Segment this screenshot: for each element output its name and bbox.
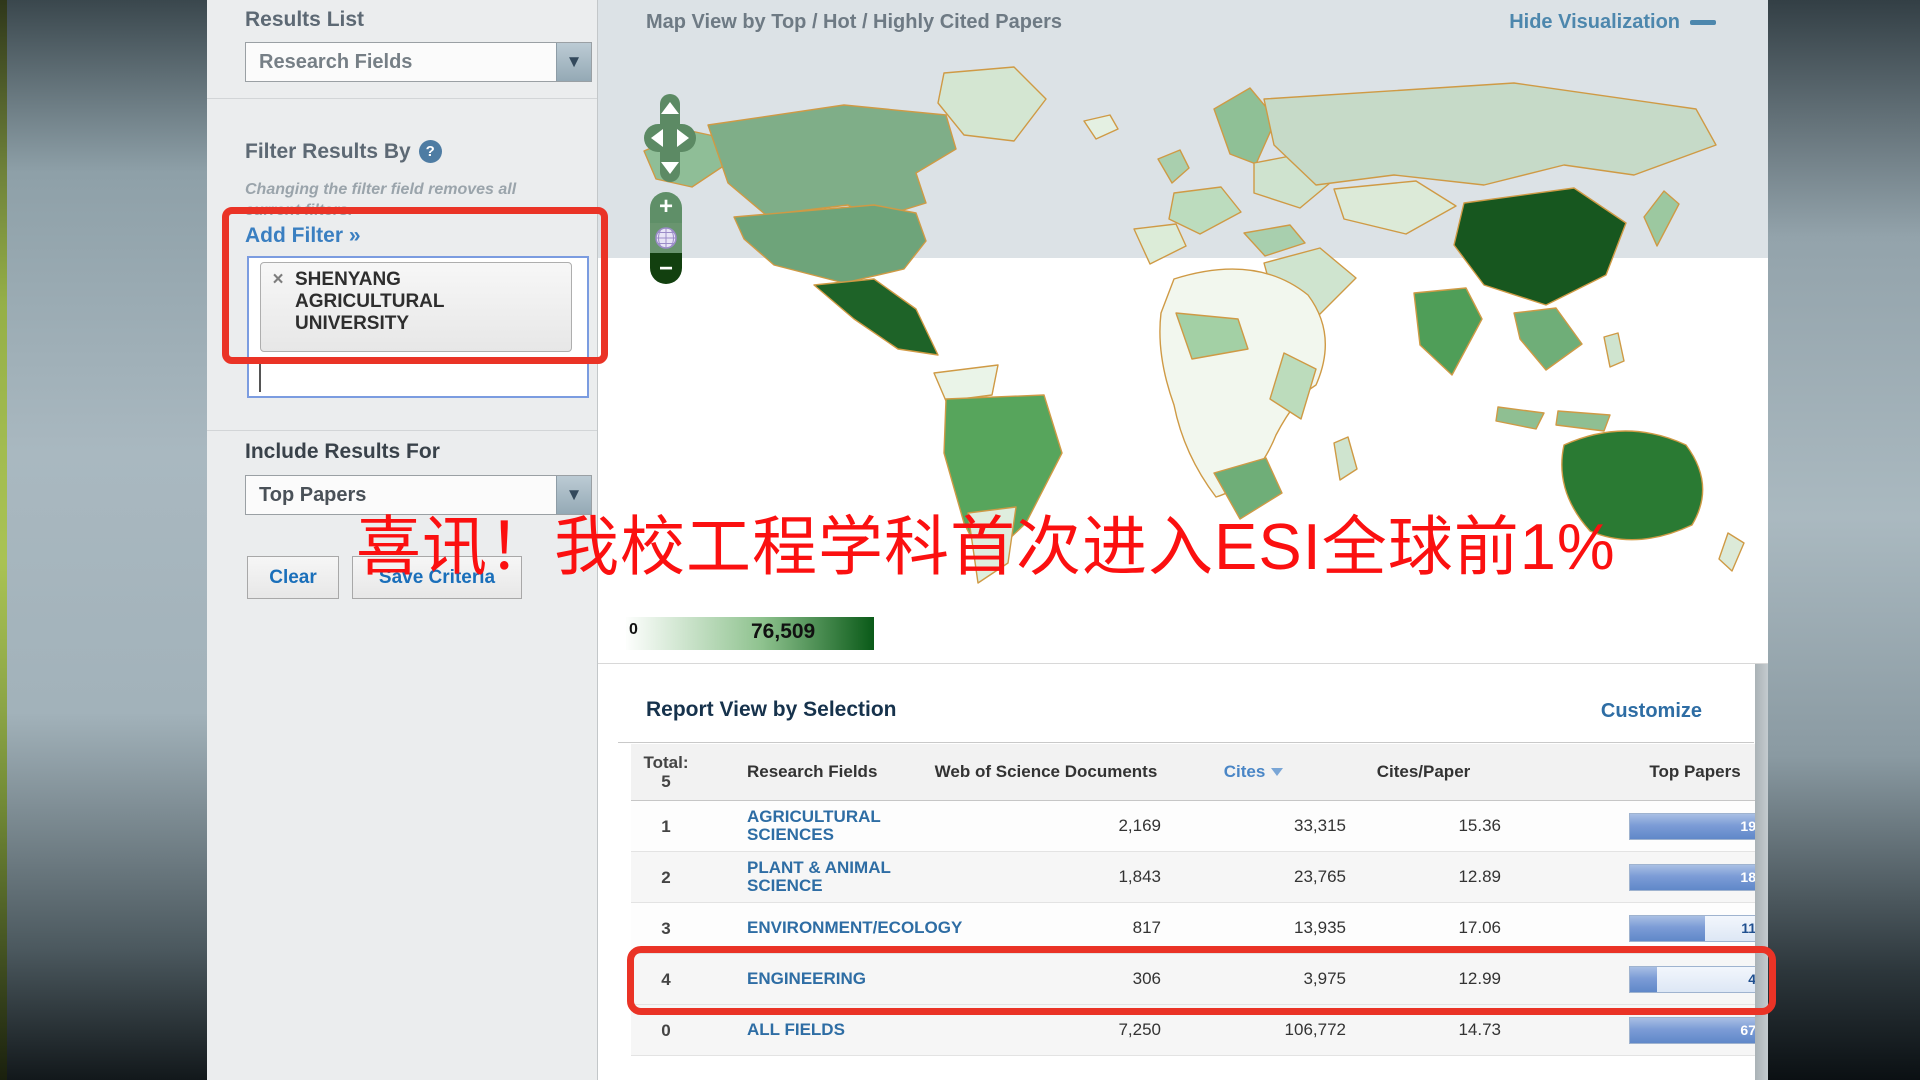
- rank-cell: 1: [631, 817, 701, 836]
- rank-cell: 2: [631, 868, 701, 887]
- results-list-select-value: Research Fields: [246, 51, 556, 74]
- cites-cell: 23,765: [1161, 867, 1346, 887]
- scale-min-label: 0: [629, 621, 638, 639]
- divider: [207, 430, 597, 431]
- top-papers-bar: 67: [1629, 1017, 1761, 1044]
- cites-per-paper-cell: 15.36: [1346, 816, 1501, 836]
- top-papers-bar: 18: [1629, 864, 1761, 891]
- scrollbar[interactable]: [1755, 664, 1768, 1080]
- background-left-edge: [0, 0, 7, 1080]
- cites-cell: 106,772: [1161, 1020, 1346, 1040]
- research-fields-header: Research Fields: [701, 763, 931, 781]
- docs-cell: 7,250: [931, 1020, 1161, 1040]
- scale-max-label: 76,509: [751, 620, 815, 644]
- table-header-row: Total:5 Research Fields Web of Science D…: [631, 744, 1761, 801]
- divider: [598, 663, 1768, 664]
- map-zoom-control: + −: [650, 192, 682, 284]
- top-papers-bar: 19: [1629, 813, 1761, 840]
- help-icon[interactable]: ?: [419, 140, 442, 163]
- cites-per-paper-cell: 12.89: [1346, 867, 1501, 887]
- top-papers-value: 11: [1741, 920, 1756, 936]
- wos-documents-header: Web of Science Documents: [931, 762, 1161, 782]
- sort-down-icon: [1271, 768, 1283, 776]
- annotation-box-add-filter: [222, 207, 608, 364]
- include-results-title: Include Results For: [245, 440, 440, 464]
- text-cursor: [259, 360, 261, 392]
- background-left-strip: [0, 0, 207, 1080]
- customize-link[interactable]: Customize: [1601, 700, 1702, 723]
- divider: [618, 742, 1754, 743]
- docs-cell: 817: [931, 918, 1161, 938]
- cites-cell: 33,315: [1161, 816, 1346, 836]
- minimize-icon: [1690, 20, 1716, 25]
- annotation-box-engineering-row: [627, 946, 1776, 1015]
- cites-per-paper-cell: 17.06: [1346, 918, 1501, 938]
- rank-cell: 0: [631, 1021, 701, 1040]
- background-right-strip: [1768, 0, 1920, 1080]
- rank-cell: 3: [631, 919, 701, 938]
- top-papers-value: 19: [1740, 818, 1756, 834]
- chevron-down-icon[interactable]: ▼: [556, 43, 591, 81]
- field-link[interactable]: PLANT & ANIMAL SCIENCE: [701, 859, 931, 895]
- report-view-title: Report View by Selection: [646, 698, 897, 722]
- top-papers-value: 67: [1740, 1022, 1756, 1038]
- cites-cell: 13,935: [1161, 918, 1346, 938]
- total-header: Total:5: [631, 753, 701, 791]
- table-row: 2 PLANT & ANIMAL SCIENCE 1,843 23,765 12…: [631, 852, 1761, 903]
- top-papers-header: Top Papers: [1629, 762, 1761, 782]
- table-row: 1 AGRICULTURAL SCIENCES 2,169 33,315 15.…: [631, 801, 1761, 852]
- announcement-text: 喜讯！我校工程学科首次进入ESI全球前1%: [356, 494, 1616, 588]
- esi-application-window: Results List Research Fields ▼ Filter Re…: [0, 0, 1920, 1080]
- cites-sort-header[interactable]: Cites: [1161, 762, 1346, 782]
- docs-cell: 1,843: [931, 867, 1161, 887]
- divider: [207, 98, 597, 99]
- cites-per-paper-cell: 14.73: [1346, 1020, 1501, 1040]
- globe-icon[interactable]: [650, 223, 682, 254]
- choropleth-scale: 0 76,509: [626, 617, 874, 650]
- field-link[interactable]: ENVIRONMENT/ECOLOGY: [701, 919, 931, 937]
- field-link[interactable]: ALL FIELDS: [701, 1021, 931, 1039]
- results-list-select[interactable]: Research Fields ▼: [245, 42, 592, 82]
- filter-results-title: Filter Results By?: [245, 140, 442, 164]
- map-pan-control[interactable]: [642, 92, 698, 184]
- cites-per-paper-header: Cites/Paper: [1346, 762, 1501, 782]
- zoom-in-button[interactable]: +: [650, 192, 682, 223]
- field-link[interactable]: AGRICULTURAL SCIENCES: [701, 808, 931, 844]
- hide-visualization-link[interactable]: Hide Visualization: [1509, 11, 1716, 34]
- zoom-out-button[interactable]: −: [650, 253, 682, 284]
- top-papers-bar: 11: [1629, 915, 1761, 942]
- results-list-title: Results List: [245, 8, 364, 32]
- docs-cell: 2,169: [931, 816, 1161, 836]
- clear-button[interactable]: Clear: [247, 556, 339, 599]
- top-papers-value: 18: [1740, 869, 1756, 885]
- map-view-title: Map View by Top / Hot / Highly Cited Pap…: [646, 11, 1062, 34]
